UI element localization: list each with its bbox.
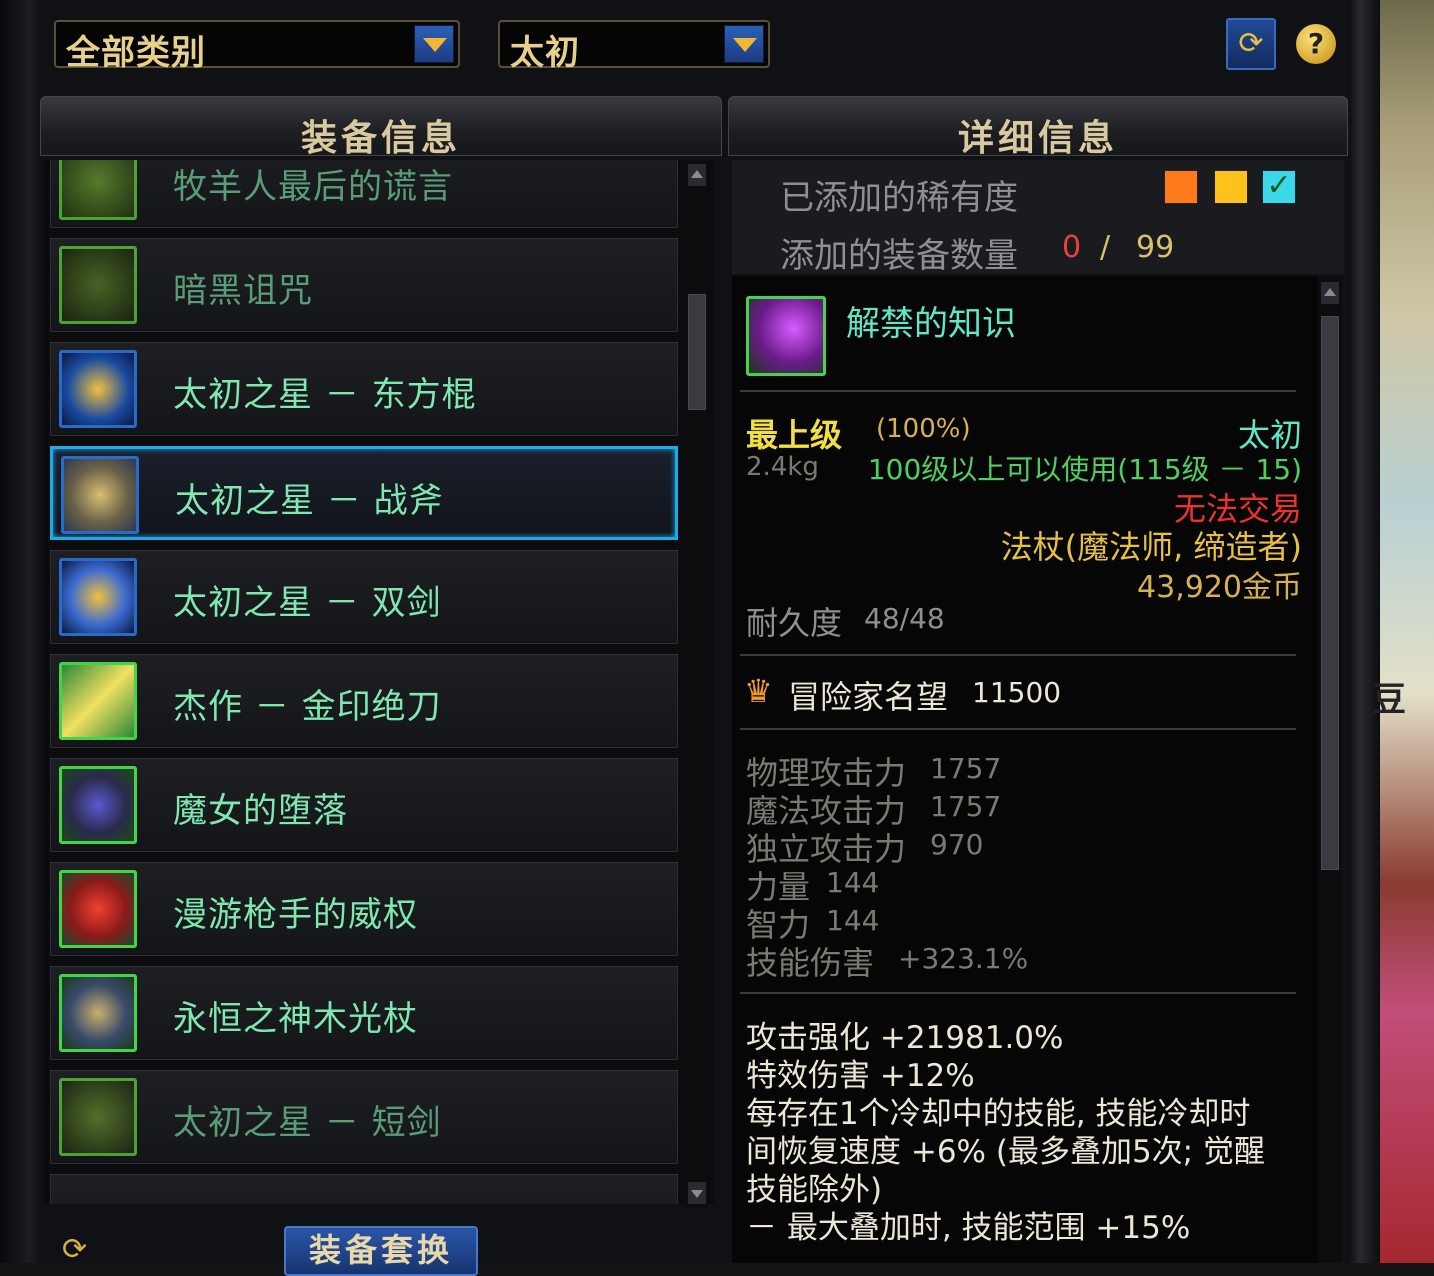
rarity-checked-box[interactable]: ✓ (1262, 170, 1296, 204)
fame-value: 11500 (972, 676, 1062, 709)
divider (740, 390, 1296, 392)
count-current: 0 (1062, 230, 1082, 265)
help-button[interactable]: ? (1296, 24, 1336, 64)
count-label: 添加的装备数量 (780, 236, 1018, 276)
refresh-icon: ⟳ (1238, 26, 1264, 61)
forbidden-knowledge-icon (746, 296, 826, 376)
item-level-requirement: 100级以上可以使用(115级 － 15) (867, 453, 1302, 486)
stat-value: 1757 (930, 790, 1002, 823)
list-item[interactable]: 永恒之神木光杖 (50, 966, 678, 1060)
category-dropdown-value: 全部类别 (66, 33, 206, 73)
axe-icon (61, 456, 139, 534)
list-item[interactable]: 太初之星 － 双剑 (50, 550, 678, 644)
gunner-icon (59, 870, 137, 948)
staff-icon (59, 350, 137, 428)
crown-icon: ♛ (744, 672, 773, 710)
twin-sword-icon (59, 558, 137, 636)
witch-icon (59, 766, 137, 844)
list-item[interactable]: 太初之星 － 短剑 (50, 1070, 678, 1164)
item-name: 暗黑诅咒 (173, 271, 313, 311)
fame-label: 冒险家名望 (788, 678, 949, 716)
scroll-up-button[interactable] (688, 164, 706, 186)
game-background (1380, 0, 1434, 1263)
short-sword-icon (59, 1078, 137, 1156)
list-item[interactable]: 暗黑诅咒 (50, 238, 678, 332)
detail-scrollbar[interactable] (1318, 276, 1342, 1263)
count-separator: / (1100, 230, 1111, 265)
list-item[interactable]: 太初之星 － 东方棍 (50, 342, 678, 436)
category-dropdown[interactable]: 全部类别 (54, 20, 460, 73)
equipment-info-header: 装备信息 (40, 96, 722, 159)
list-item[interactable]: 魔女的堕落 (50, 758, 678, 852)
durability-value: 48/48 (864, 602, 945, 635)
detail-info-header: 详细信息 (728, 96, 1348, 159)
item-grade: 最上级 (746, 416, 843, 454)
list-scrollbar[interactable] (686, 160, 708, 1208)
check-icon: ✓ (1266, 168, 1292, 203)
item-name: 太初之星 － 东方棍 (173, 375, 477, 415)
stat-value: 144 (826, 904, 880, 937)
divider (740, 992, 1296, 994)
rarity-label: 已添加的稀有度 (780, 178, 1018, 218)
item-name: 永恒之神木光杖 (173, 999, 418, 1039)
equipment-swap-button[interactable]: 装备套换 (284, 1226, 478, 1276)
stat-label: 技能伤害 (746, 944, 875, 982)
equipment-list[interactable]: 牧羊人最后的谎言 暗黑诅咒 太初之星 － 东方棍 太初之星 － 战斧 太初之星 … (44, 160, 714, 1204)
chevron-down-icon[interactable] (414, 25, 454, 63)
rarity-orange-box[interactable] (1164, 170, 1198, 204)
light-staff-icon (59, 974, 137, 1052)
item-name: 牧羊人最后的谎言 (173, 167, 453, 207)
stat-value: 1757 (930, 752, 1002, 785)
stat-value: 970 (930, 828, 984, 861)
item-price: 43,920金币 (1137, 570, 1302, 605)
item-name: 太初之星 － 短剑 (173, 1103, 442, 1143)
item-name: 太初之星 － 战斧 (175, 481, 444, 521)
stat-value: +323.1% (898, 942, 1029, 975)
effect-line: － 最大叠加时, 技能范围 +15% (746, 1210, 1191, 1246)
list-item[interactable]: 漫游枪手的威权 (50, 862, 678, 956)
grade-dropdown-value: 太初 (510, 33, 580, 73)
count-max: 99 (1136, 230, 1175, 265)
scroll-down-button[interactable] (688, 1182, 706, 1204)
rarity-gold-box[interactable] (1214, 170, 1248, 204)
scroll-thumb[interactable] (688, 294, 706, 410)
divider (740, 654, 1296, 656)
list-item-selected[interactable]: 太初之星 － 战斧 (50, 446, 678, 540)
shepherd-icon (59, 160, 137, 220)
list-item[interactable]: 牧羊人最后的谎言 (50, 160, 678, 228)
equipment-info-title: 装备信息 (300, 118, 461, 159)
item-name: 漫游枪手的威权 (173, 895, 418, 935)
detail-info-title: 详细信息 (957, 118, 1118, 159)
background-text: 豆 (1372, 680, 1406, 720)
item-title: 解禁的知识 (846, 304, 1016, 344)
chevron-down-icon[interactable] (724, 25, 764, 63)
scroll-up-button[interactable] (1321, 282, 1339, 304)
list-item[interactable]: 杰作 － 金印绝刀 (50, 654, 678, 748)
golden-blade-icon (59, 662, 137, 740)
stat-value: 144 (826, 866, 880, 899)
item-name: 杰作 － 金印绝刀 (173, 687, 442, 727)
item-name: 太初之星 － 双剑 (173, 583, 442, 623)
scroll-thumb[interactable] (1321, 316, 1339, 870)
item-name: 魔女的堕落 (173, 791, 348, 831)
durability-label: 耐久度 (746, 604, 843, 642)
grade-dropdown[interactable]: 太初 (498, 20, 770, 73)
refresh-button[interactable]: ⟳ (1226, 18, 1276, 70)
item-grade-percent: (100%) (876, 414, 971, 444)
list-item[interactable] (50, 1174, 678, 1204)
dark-curse-icon (59, 246, 137, 324)
divider (740, 728, 1296, 730)
refresh-icon[interactable]: ⟳ (62, 1232, 87, 1267)
item-weight: 2.4kg (746, 452, 819, 482)
